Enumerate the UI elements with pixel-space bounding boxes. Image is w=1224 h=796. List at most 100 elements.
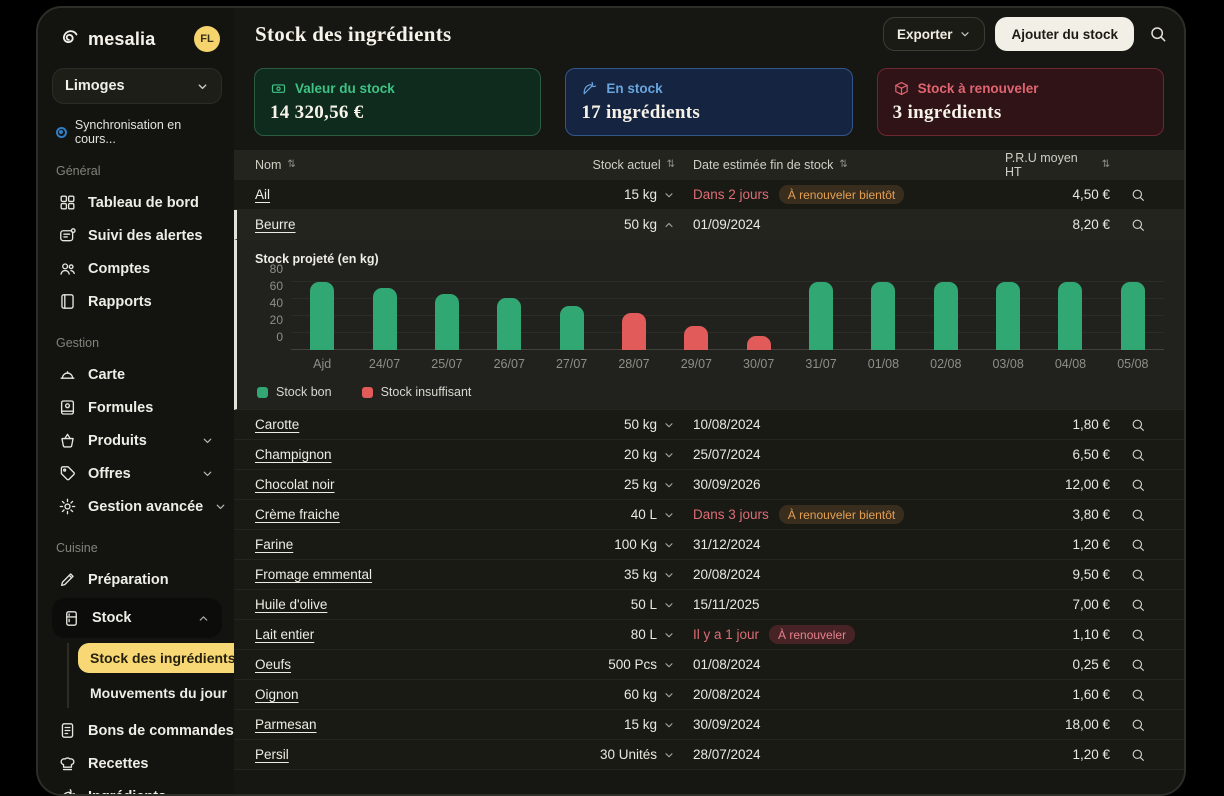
- column-header[interactable]: Stock actuel ⇅: [505, 158, 675, 172]
- row-search-icon[interactable]: [1130, 507, 1146, 523]
- table-row[interactable]: Crème fraiche 40 L Dans 3 jours À renouv…: [234, 500, 1184, 530]
- chart-bar[interactable]: [560, 306, 584, 350]
- chart-bar[interactable]: [435, 294, 459, 350]
- stock-quantity-dropdown[interactable]: 35 kg: [505, 567, 675, 582]
- row-search-icon[interactable]: [1130, 627, 1146, 643]
- row-search-icon[interactable]: [1130, 477, 1146, 493]
- table-row[interactable]: Champignon 20 kg 25/07/2024 6,50 €: [234, 440, 1184, 470]
- ingredient-name-link[interactable]: Lait entier: [255, 627, 314, 642]
- sidebar-item-produits[interactable]: Produits: [52, 424, 222, 457]
- sort-icon[interactable]: ⇅: [667, 160, 675, 170]
- row-search-icon[interactable]: [1130, 217, 1146, 233]
- search-icon[interactable]: [1148, 24, 1168, 44]
- sidebar-item-carte[interactable]: Carte: [52, 358, 222, 391]
- sidebar-item-pr-paration[interactable]: Préparation: [52, 563, 222, 596]
- table-row[interactable]: Farine 100 Kg 31/12/2024 1,20 €: [234, 530, 1184, 560]
- chart-bar[interactable]: [871, 282, 895, 350]
- ingredient-name-link[interactable]: Carotte: [255, 417, 299, 432]
- table-row[interactable]: Oeufs 500 Pcs 01/08/2024 0,25 €: [234, 650, 1184, 680]
- column-header[interactable]: Nom ⇅: [255, 158, 505, 172]
- row-search-icon[interactable]: [1130, 717, 1146, 733]
- avatar[interactable]: FL: [194, 26, 220, 52]
- chart-bar[interactable]: [310, 282, 334, 350]
- sort-icon[interactable]: ⇅: [287, 160, 295, 170]
- chart-bar[interactable]: [1121, 282, 1145, 350]
- sidebar-subitem-mouvements-du-jour[interactable]: Mouvements du jour: [78, 678, 239, 708]
- column-header[interactable]: P.R.U moyen HT ⇅: [1005, 151, 1110, 179]
- stock-quantity-dropdown[interactable]: 20 kg: [505, 447, 675, 462]
- sidebar-item-offres[interactable]: Offres: [52, 457, 222, 490]
- chart-bar[interactable]: [996, 282, 1020, 350]
- chart-bar[interactable]: [622, 313, 646, 350]
- chart-bar[interactable]: [497, 298, 521, 350]
- sort-icon[interactable]: ⇅: [1102, 160, 1110, 170]
- row-search-icon[interactable]: [1130, 537, 1146, 553]
- add-stock-button[interactable]: Ajouter du stock: [995, 17, 1134, 51]
- row-search-icon[interactable]: [1130, 417, 1146, 433]
- sidebar-item-recettes[interactable]: Recettes: [52, 747, 222, 780]
- ingredient-name-link[interactable]: Oignon: [255, 687, 299, 702]
- sidebar-item-tableau-de-bord[interactable]: Tableau de bord: [52, 186, 222, 219]
- row-search-icon[interactable]: [1130, 687, 1146, 703]
- table-row[interactable]: Oignon 60 kg 20/08/2024 1,60 €: [234, 680, 1184, 710]
- stock-quantity-dropdown[interactable]: 50 L: [505, 597, 675, 612]
- ingredient-name-link[interactable]: Oeufs: [255, 657, 291, 672]
- table-row[interactable]: Chocolat noir 25 kg 30/09/2026 12,00 €: [234, 470, 1184, 500]
- ingredient-name-link[interactable]: Ail: [255, 187, 270, 202]
- location-selector[interactable]: Limoges: [52, 68, 222, 104]
- chart-bar[interactable]: [684, 326, 708, 350]
- row-search-icon[interactable]: [1130, 747, 1146, 763]
- row-search-icon[interactable]: [1130, 567, 1146, 583]
- row-search-icon[interactable]: [1130, 597, 1146, 613]
- ingredient-name-link[interactable]: Chocolat noir: [255, 477, 335, 492]
- stock-quantity-dropdown[interactable]: 15 kg: [505, 717, 675, 732]
- ingredient-name-link[interactable]: Huile d'olive: [255, 597, 327, 612]
- ingredient-name-link[interactable]: Crème fraiche: [255, 507, 340, 522]
- sidebar-item-suivi-des-alertes[interactable]: Suivi des alertes: [52, 219, 222, 252]
- table-row[interactable]: Huile d'olive 50 L 15/11/2025 7,00 €: [234, 590, 1184, 620]
- chart-bar[interactable]: [809, 282, 833, 350]
- table-row[interactable]: Ail 15 kg Dans 2 jours À renouveler bien…: [234, 180, 1184, 210]
- sidebar-item-comptes[interactable]: Comptes: [52, 252, 222, 285]
- ingredient-name-link[interactable]: Fromage emmental: [255, 567, 372, 582]
- table-row[interactable]: Persil 30 Unités 28/07/2024 1,20 €: [234, 740, 1184, 770]
- stock-quantity-dropdown[interactable]: 100 Kg: [505, 537, 675, 552]
- table-row[interactable]: Lait entier 80 L Il y a 1 jour À renouve…: [234, 620, 1184, 650]
- unit-price: 18,00 €: [1005, 717, 1110, 732]
- ingredient-name-link[interactable]: Parmesan: [255, 717, 317, 732]
- chart-bar[interactable]: [373, 288, 397, 350]
- sort-icon[interactable]: ⇅: [839, 160, 847, 170]
- table-row[interactable]: Fromage emmental 35 kg 20/08/2024 9,50 €: [234, 560, 1184, 590]
- row-search-icon[interactable]: [1130, 187, 1146, 203]
- ingredient-name-link[interactable]: Champignon: [255, 447, 332, 462]
- sidebar-subitem-stock-des-ingr-dients[interactable]: Stock des ingrédients: [78, 643, 247, 673]
- stock-quantity-dropdown[interactable]: 25 kg: [505, 477, 675, 492]
- chart-bar[interactable]: [934, 282, 958, 350]
- sidebar-item-rapports[interactable]: Rapports: [52, 285, 222, 318]
- sidebar-item-formules[interactable]: Formules: [52, 391, 222, 424]
- stock-quantity-dropdown[interactable]: 60 kg: [505, 687, 675, 702]
- chart-bar[interactable]: [1058, 282, 1082, 350]
- stock-quantity-dropdown[interactable]: 15 kg: [505, 187, 675, 202]
- stock-quantity-dropdown[interactable]: 50 kg: [505, 417, 675, 432]
- stock-quantity-dropdown[interactable]: 500 Pcs: [505, 657, 675, 672]
- row-search-icon[interactable]: [1130, 447, 1146, 463]
- table-row[interactable]: Parmesan 15 kg 30/09/2024 18,00 €: [234, 710, 1184, 740]
- stock-quantity-dropdown[interactable]: 40 L: [505, 507, 675, 522]
- sidebar-item-gestion-avanc-e[interactable]: Gestion avancée: [52, 490, 222, 523]
- sidebar-item-ingr-dients[interactable]: Ingrédients: [52, 780, 222, 796]
- table-row[interactable]: Carotte 50 kg 10/08/2024 1,80 €: [234, 410, 1184, 440]
- ingredient-name-link[interactable]: Beurre: [255, 217, 296, 232]
- sidebar-item-bons-de-commandes[interactable]: Bons de commandes: [52, 714, 222, 747]
- ingredient-name-link[interactable]: Persil: [255, 747, 289, 762]
- sidebar-item-stock[interactable]: Stock: [52, 598, 222, 638]
- export-button[interactable]: Exporter: [883, 17, 986, 51]
- chart-bar[interactable]: [747, 336, 771, 350]
- row-search-icon[interactable]: [1130, 657, 1146, 673]
- table-row[interactable]: Beurre 50 kg 01/09/2024 8,20 €: [234, 210, 1184, 240]
- stock-quantity-dropdown[interactable]: 50 kg: [505, 217, 675, 232]
- ingredient-name-link[interactable]: Farine: [255, 537, 293, 552]
- stock-quantity-dropdown[interactable]: 30 Unités: [505, 747, 675, 762]
- stock-quantity-dropdown[interactable]: 80 L: [505, 627, 675, 642]
- column-header[interactable]: Date estimée fin de stock ⇅: [675, 158, 1005, 172]
